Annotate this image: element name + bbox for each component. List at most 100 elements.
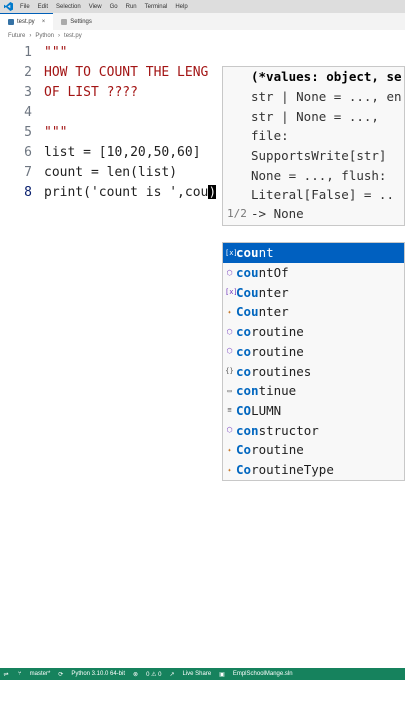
menu-edit[interactable]: Edit [38,4,48,10]
line-text: list = [10,20,50,60] [44,144,201,160]
suggestion-item[interactable]: ✦ Counter [223,302,404,322]
suggestion-rest: ntOf [258,265,289,281]
menu-run[interactable]: Run [126,4,137,10]
suggestion-match: Co [236,442,252,458]
suggestion-rest: nter [258,284,289,300]
suggestion-match: co [236,363,252,379]
signature-line: None = ..., flush: [251,168,387,183]
keyword-icon: ▭ [227,386,232,395]
branch-icon: ⑂ [18,671,22,677]
menu-file[interactable]: File [20,4,30,10]
overload-counter[interactable]: 1/2 [227,207,247,220]
breadcrumb-item[interactable]: Python [35,33,54,39]
line-number: 3 [24,84,32,100]
suggestion-item[interactable]: ▭ continue [223,381,404,401]
suggestion-item[interactable]: ✦ Coroutine [223,440,404,460]
suggestion-rest: LUMN [251,402,282,418]
git-branch[interactable]: master* [30,671,51,677]
signature-line: file: [251,128,289,143]
suggestion-item[interactable]: ⬡ countOf [223,263,404,283]
suggestion-match: Cou [236,284,259,300]
suggestion-match: Co [236,462,252,478]
problems-count[interactable]: 0 ⚠ 0 [146,671,161,678]
chevron-right-icon: › [58,33,61,39]
vscode-logo-icon [4,2,14,12]
status-bar: ⇌ ⑂ master* ⟳ Python 3.10.0 64-bit ⊗ 0 ⚠… [0,668,405,680]
line-number: 7 [24,164,32,180]
line-text: """ [44,44,68,60]
signature-line: (*values: object, se [251,69,402,84]
suggestion-rest: structor [258,422,319,438]
line-text: """ [44,124,68,140]
menu-view[interactable]: View [89,4,102,10]
line-number: 5 [24,124,32,140]
suggestion-match: co [236,343,252,359]
class-icon: ✦ [227,445,232,454]
line-number: 1 [24,44,32,60]
variable-icon: [x] [225,248,238,257]
line-number: 8 [24,184,32,200]
tab-label: test.py [17,19,35,25]
suggestion-item[interactable]: ⬡ coroutine [223,342,404,362]
sync-icon[interactable]: ⟳ [58,671,63,678]
solution-icon: ▣ [219,671,225,678]
signature-line: str | None = ..., [251,109,379,124]
function-icon: ⬡ [226,327,233,336]
suggestion-match: CO [236,402,252,418]
suggestion-item[interactable]: [x] Counter [223,282,404,302]
suggestion-item[interactable]: ⬡ constructor [223,420,404,440]
suggestion-rest: routine [251,442,304,458]
suggestion-item[interactable]: [x] count [223,243,404,263]
suggestion-rest: routine [251,324,304,340]
tab-settings[interactable]: Settings [53,13,100,30]
suggestion-item[interactable]: ≡ COLUMN [223,401,404,421]
live-share-icon: ↗ [169,671,175,678]
suggestion-match: con [236,383,259,399]
text-cursor: ) [208,185,217,199]
close-icon[interactable]: × [42,19,46,25]
module-icon: {} [225,367,234,376]
code-line[interactable]: 1 """ [0,42,405,62]
suggestion-rest: routineType [251,462,334,478]
breadcrumb-item[interactable]: Future [8,33,25,39]
menu-terminal[interactable]: Terminal [145,4,168,10]
line-text: print('count is ',cou [44,184,209,200]
autocomplete-suggestions: [x] count ⬡ countOf [x] Counter ✦ Counte… [222,242,405,481]
breadcrumb-item[interactable]: test.py [64,33,82,39]
tab-test-py[interactable]: test.py × [0,13,54,30]
suggestion-match: cou [236,245,259,261]
signature-line: str | None = ..., en [251,89,402,104]
live-share-button[interactable]: Live Share [182,671,211,677]
suggestion-match: cou [236,265,259,281]
suggestion-match: co [236,324,252,340]
solution-name[interactable]: EmplSchoolMange.sln [233,671,293,677]
suggestion-item[interactable]: {} coroutines [223,361,404,381]
suggestion-match: con [236,422,259,438]
line-text: HOW TO COUNT THE LENG [44,64,209,80]
signature-line: SupportsWrite[str] [251,148,387,163]
settings-file-icon [61,18,68,25]
python-file-icon [8,19,14,25]
constant-icon: ≡ [227,406,232,415]
class-icon: ✦ [227,307,232,316]
function-icon: ⬡ [226,268,233,277]
signature-line: -> None [251,206,304,221]
menu-selection[interactable]: Selection [56,4,81,10]
function-icon: ⬡ [226,426,233,435]
menu-help[interactable]: Help [175,4,187,10]
tab-bar: test.py × Settings [0,13,405,30]
suggestion-match: Cou [236,304,259,320]
remote-icon[interactable]: ⇌ [2,670,10,678]
suggestion-item[interactable]: ✦ CoroutineType [223,460,404,480]
suggestion-item[interactable]: ⬡ coroutine [223,322,404,342]
python-interpreter[interactable]: Python 3.10.0 64-bit [71,671,125,677]
function-icon: ⬡ [226,347,233,356]
menu-bar: File Edit Selection View Go Run Terminal… [0,0,405,13]
menu-go[interactable]: Go [110,4,118,10]
line-number: 4 [24,104,32,120]
line-number: 2 [24,64,32,80]
suggestion-rest: nt [258,245,274,261]
variable-icon: [x] [225,288,238,297]
code-editor[interactable]: 1 """ 2 HOW TO COUNT THE LENG 3 OF LIST … [0,42,405,667]
line-text: OF LIST ???? [44,84,138,100]
